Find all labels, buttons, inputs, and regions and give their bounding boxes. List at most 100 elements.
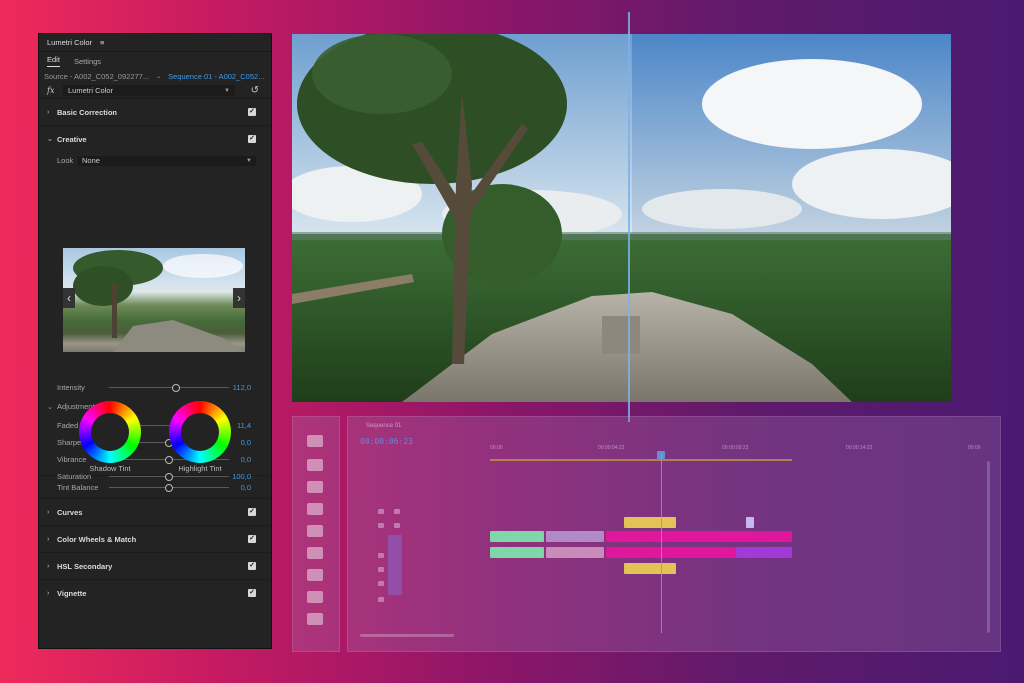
- clip-selector: Source - A002_C052_092277... ⌄ Sequence …: [39, 70, 271, 83]
- video-clip[interactable]: [490, 531, 544, 542]
- panel-tabs: Edit Settings: [39, 52, 271, 70]
- pen-tool-icon[interactable]: [307, 547, 323, 559]
- look-preview-thumbnail: ‹ ›: [63, 248, 245, 352]
- playhead[interactable]: [661, 453, 662, 633]
- ruler-label: 00:00:14:23: [846, 445, 873, 451]
- video-clip[interactable]: [606, 531, 792, 542]
- next-look-button[interactable]: ›: [233, 288, 245, 308]
- look-dropdown[interactable]: None ▼: [78, 155, 256, 166]
- look-dropdown-value: None: [82, 156, 100, 165]
- time-ruler[interactable]: 00:00 00:00:04:23 00:00:09:23 00:00:14:2…: [490, 441, 990, 457]
- section-basic-correction[interactable]: › Basic Correction ✓: [39, 99, 271, 126]
- marker-clip[interactable]: [746, 517, 754, 528]
- track-target-v1[interactable]: [388, 535, 402, 595]
- chevron-down-icon: ▼: [224, 87, 230, 94]
- preview-image: [73, 250, 245, 352]
- panel-header: Lumetri Color ≡: [39, 34, 271, 52]
- chevron-right-icon: ›: [47, 562, 50, 570]
- section-label: Vignette: [57, 588, 87, 598]
- intensity-row: Intensity 112,0: [39, 379, 271, 396]
- track-toggle[interactable]: [378, 509, 384, 514]
- intensity-slider-track[interactable]: [109, 387, 229, 388]
- track-toggle[interactable]: [378, 567, 384, 572]
- chevron-right-icon: ›: [47, 108, 50, 116]
- section-label: Creative: [57, 134, 87, 144]
- hsl-secondary-checkbox[interactable]: ✓: [248, 562, 256, 570]
- ruler-label: 00:00: [968, 445, 981, 451]
- effect-dropdown[interactable]: Lumetri Color ▼: [63, 85, 235, 96]
- section-hsl-secondary[interactable]: › HSL Secondary ✓: [39, 553, 271, 580]
- ripple-edit-tool-icon[interactable]: [307, 481, 323, 493]
- chevron-down-icon[interactable]: ⌄: [156, 73, 161, 80]
- tint-balance-slider-knob[interactable]: [165, 484, 173, 492]
- track-toggle[interactable]: [378, 523, 384, 528]
- reset-effect-icon[interactable]: ↺: [251, 85, 259, 96]
- video-clip[interactable]: [606, 547, 736, 558]
- look-label: Look: [57, 156, 74, 165]
- selection-tool-icon[interactable]: [307, 435, 323, 447]
- chevron-down-icon: ⌄: [47, 136, 53, 143]
- vertical-scrollbar[interactable]: [987, 461, 990, 633]
- section-color-wheels-match[interactable]: › Color Wheels & Match ✓: [39, 526, 271, 553]
- color-wheels-checkbox[interactable]: ✓: [248, 535, 256, 543]
- hand-tool-icon[interactable]: [307, 591, 323, 603]
- highlight-tint-wheel[interactable]: [169, 401, 231, 463]
- intensity-slider-knob[interactable]: [172, 384, 181, 392]
- track-toggle[interactable]: [394, 523, 400, 528]
- track-toggle[interactable]: [378, 581, 384, 586]
- track-toggle[interactable]: [378, 597, 384, 602]
- basic-correction-checkbox[interactable]: ✓: [248, 108, 256, 116]
- split-view-divider[interactable]: [628, 12, 631, 422]
- vignette-checkbox[interactable]: ✓: [248, 589, 256, 597]
- tools-panel: [292, 416, 340, 652]
- intensity-label: Intensity: [57, 383, 85, 392]
- shadow-tint-wheel[interactable]: [79, 401, 141, 463]
- razor-tool-icon[interactable]: [307, 503, 323, 515]
- video-clip[interactable]: [736, 547, 792, 558]
- video-clip[interactable]: [546, 531, 604, 542]
- tint-wheels: Shadow Tint Highlight Tint: [39, 401, 271, 473]
- program-monitor: [292, 34, 951, 402]
- audio-clip[interactable]: [624, 563, 676, 574]
- rectangle-tool-icon[interactable]: [307, 569, 323, 581]
- previous-look-button[interactable]: ‹: [63, 288, 75, 308]
- fx-icon[interactable]: fx: [47, 86, 54, 95]
- video-clip[interactable]: [546, 547, 604, 558]
- ruler-label: 00:00:09:23: [722, 445, 749, 451]
- ruler-label: 00:00: [490, 445, 503, 451]
- panel-menu-icon[interactable]: ≡: [100, 38, 104, 47]
- sequence-tab[interactable]: Sequence 01: [366, 423, 401, 429]
- section-label: Basic Correction: [57, 107, 118, 117]
- sequence-clip-selector[interactable]: Sequence 01 - A002_C052...: [168, 72, 264, 81]
- source-clip-selector[interactable]: Source - A002_C052_092277...: [44, 72, 149, 81]
- tab-edit[interactable]: Edit: [47, 55, 60, 67]
- section-creative[interactable]: ⌄ Creative ✓: [39, 126, 271, 152]
- effect-dropdown-value: Lumetri Color: [68, 86, 114, 95]
- type-tool-icon[interactable]: [307, 613, 323, 625]
- track-toggle[interactable]: [394, 509, 400, 514]
- creative-checkbox[interactable]: ✓: [248, 135, 256, 143]
- zoom-scrollbar[interactable]: [360, 634, 454, 637]
- tint-balance-label: Tint Balance: [57, 483, 99, 492]
- tint-balance-value[interactable]: 0,0: [241, 483, 251, 492]
- title-clip[interactable]: [624, 517, 676, 528]
- track-select-tool-icon[interactable]: [307, 459, 323, 471]
- section-label: Curves: [57, 507, 83, 517]
- intensity-value[interactable]: 112,0: [233, 383, 251, 392]
- section-label: HSL Secondary: [57, 561, 113, 571]
- panel-title: Lumetri Color: [47, 38, 93, 47]
- section-vignette[interactable]: › Vignette ✓: [39, 580, 271, 606]
- slip-tool-icon[interactable]: [307, 525, 323, 537]
- timeline-panel: Sequence 01 00:00:06:23 00:00 00:00:04:2…: [347, 416, 1001, 652]
- chevron-right-icon: ›: [47, 535, 50, 543]
- section-curves[interactable]: › Curves ✓: [39, 499, 271, 526]
- highlight-tint-label: Highlight Tint: [178, 464, 222, 473]
- work-area-bar[interactable]: [490, 459, 792, 461]
- curves-checkbox[interactable]: ✓: [248, 508, 256, 516]
- tab-settings[interactable]: Settings: [74, 57, 101, 66]
- track-toggle[interactable]: [378, 553, 384, 558]
- video-clip[interactable]: [490, 547, 544, 558]
- timecode-display[interactable]: 00:00:06:23: [360, 437, 413, 446]
- chevron-down-icon: ▼: [246, 157, 252, 164]
- video-frame: [292, 34, 951, 402]
